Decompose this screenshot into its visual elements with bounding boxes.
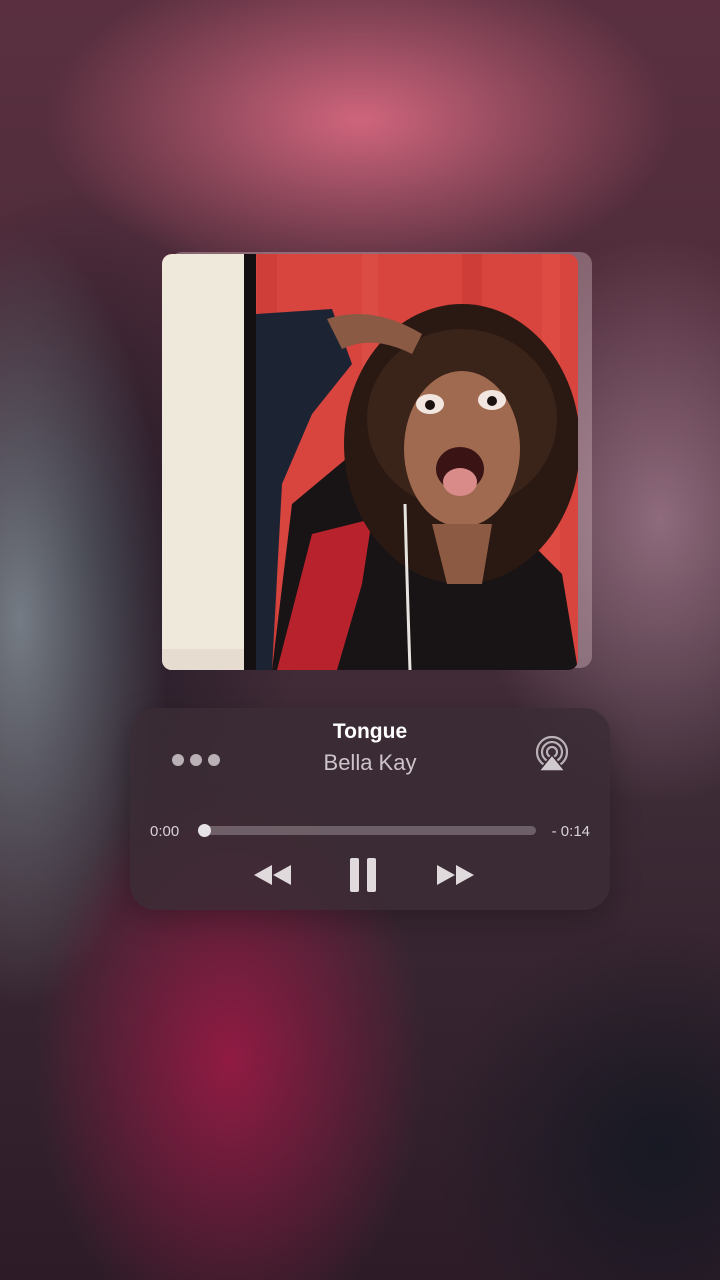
- airplay-button[interactable]: [532, 735, 572, 775]
- now-playing-panel: Tongue Bella Kay 0:00 - 0:14: [130, 708, 610, 910]
- ellipsis-icon: [172, 754, 184, 766]
- fast-forward-button[interactable]: [434, 861, 476, 889]
- pause-icon: [350, 858, 376, 892]
- more-options-button[interactable]: [172, 752, 228, 768]
- airplay-icon: [535, 735, 569, 772]
- remaining-time: - 0:14: [551, 823, 590, 840]
- progress-scrubber[interactable]: [198, 824, 536, 837]
- fast-forward-icon: [437, 865, 474, 885]
- ellipsis-dot: [190, 754, 202, 766]
- scrubber-knob[interactable]: [198, 824, 211, 837]
- rewind-button[interactable]: [252, 861, 294, 889]
- rewind-icon: [254, 865, 291, 885]
- ellipsis-dot: [208, 754, 220, 766]
- pause-button[interactable]: [348, 856, 378, 894]
- album-art: [162, 254, 578, 670]
- elapsed-time: 0:00: [150, 823, 180, 840]
